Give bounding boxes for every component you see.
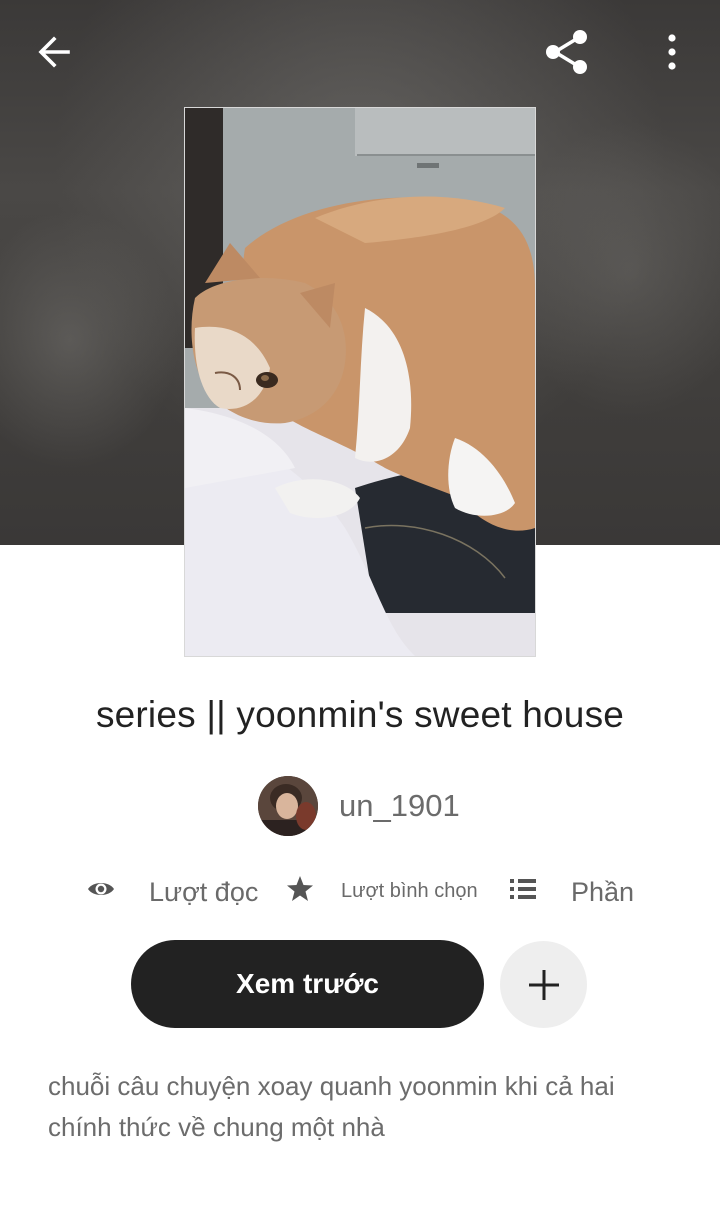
parts-label: Phần xyxy=(571,877,635,907)
plus-icon xyxy=(528,969,559,1000)
author-row[interactable]: un_1901 xyxy=(258,775,460,837)
author-avatar[interactable] xyxy=(258,776,318,836)
story-title: series || yoonmin's sweet house xyxy=(95,694,625,735)
share-button[interactable] xyxy=(535,20,599,84)
author-username: un_1901 xyxy=(339,788,460,823)
description-line-1: chuỗi câu chuyện xoay quanh yoonmin khi … xyxy=(48,1071,615,1101)
story-stats-row: Lượt đọc Lượt bình chọn Phần xyxy=(0,868,720,916)
story-description: chuỗi câu chuyện xoay quanh yoonmin khi … xyxy=(48,1066,678,1148)
share-icon xyxy=(546,30,587,74)
cat-photo xyxy=(185,108,535,656)
reads-label: Lượt đọc xyxy=(149,877,259,907)
list-icon xyxy=(510,879,536,899)
back-button[interactable] xyxy=(22,20,86,84)
preview-button[interactable]: Xem trước xyxy=(131,940,484,1028)
more-vertical-icon xyxy=(668,34,676,70)
votes-label: Lượt bình chọn xyxy=(341,880,478,902)
description-line-2: chính thức về chung một nhà xyxy=(48,1112,385,1142)
add-to-library-button[interactable] xyxy=(500,941,587,1028)
eye-icon xyxy=(88,883,114,895)
more-options-button[interactable] xyxy=(640,20,704,84)
arrow-left-icon xyxy=(38,36,70,68)
star-icon xyxy=(287,876,313,901)
story-cover-image[interactable] xyxy=(184,107,536,657)
